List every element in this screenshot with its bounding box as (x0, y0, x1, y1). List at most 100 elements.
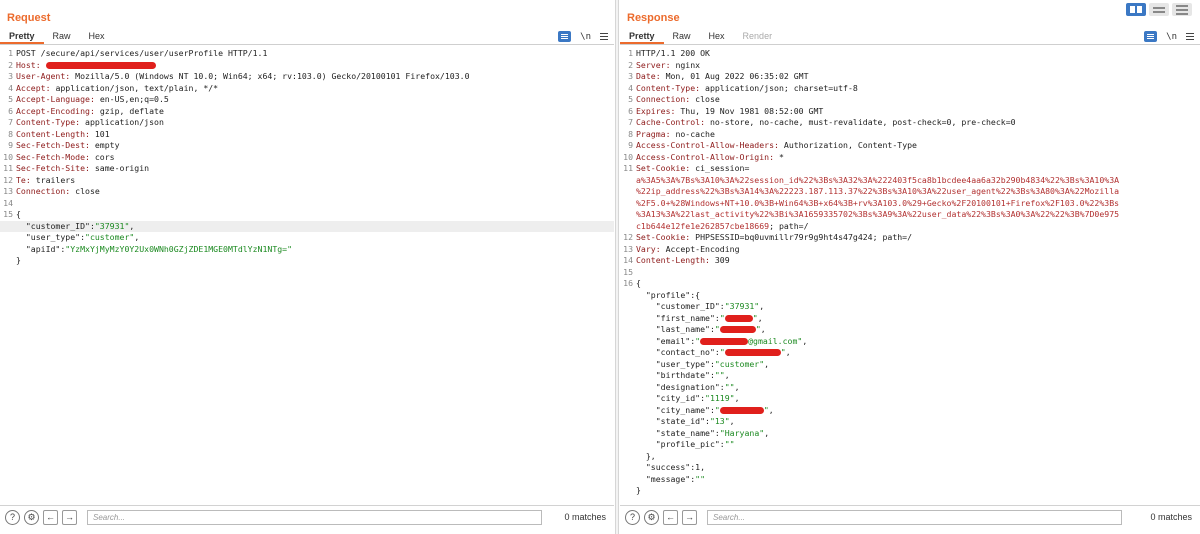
settings-gear-icon[interactable]: ⚙ (644, 509, 659, 525)
token: trailers (35, 174, 76, 185)
search-input[interactable]: Search... (87, 509, 542, 525)
line-text: Sec-Fetch-Dest: empty (16, 140, 614, 152)
pretty-print-icon[interactable] (1144, 31, 1158, 42)
code-line: 6 Expires: Thu, 19 Nov 1981 08:52:00 GMT (620, 106, 1200, 118)
code-line: 7 Content-Type: application/json (0, 117, 614, 129)
line-text (636, 267, 1200, 279)
line-text: Host: (16, 60, 614, 72)
header-name: Cache-Control: (636, 117, 710, 127)
line-number (620, 359, 636, 371)
line-text: "customer_ID":"37931", (16, 221, 614, 233)
line-text: }, (636, 451, 1200, 463)
code-line: 3 Date: Mon, 01 Aug 2022 06:35:02 GMT (620, 71, 1200, 83)
search-input[interactable]: Search... (707, 509, 1122, 525)
line-text: } (636, 485, 1200, 497)
header-name: Set-Cookie: (636, 163, 696, 173)
line-number: 5 (8, 94, 13, 104)
split-vertical-icon[interactable] (1149, 3, 1169, 16)
split-horizontal-icon[interactable] (1126, 3, 1146, 16)
line-number (620, 324, 636, 336)
header-name: Access-Control-Allow-Headers: (636, 140, 784, 150)
line-text: Connection: close (16, 186, 614, 198)
line-number: 15 (3, 209, 13, 219)
token: "customer_ID": (636, 301, 725, 311)
token: , (129, 220, 135, 231)
code-line: "success":1, (620, 462, 1200, 474)
line-number: 7 (628, 117, 633, 127)
code-line: 6 Accept-Encoding: gzip, deflate (0, 106, 614, 118)
token: nginx (675, 59, 701, 70)
response-editor[interactable]: 1 HTTP/1.1 200 OK 2 Server: nginx 3 Date: Mon… (620, 45, 1200, 505)
line-number: 3 (628, 71, 633, 81)
tab-render[interactable]: Render (734, 31, 782, 44)
tab-hex[interactable]: Hex (700, 31, 734, 44)
tab-hex[interactable]: Hex (80, 31, 114, 44)
code-line: 13 Vary: Accept-Encoding (620, 244, 1200, 256)
header-name: Sec-Fetch-Dest: (16, 140, 95, 150)
code-line: 3 User-Agent: Mozilla/5.0 (Windows NT 10.… (0, 71, 614, 83)
line-text: %22ip_address%22%3Bs%3A14%3A%22223.187.1… (636, 186, 1200, 198)
line-text: Cache-Control: no-store, no-cache, must-… (636, 117, 1200, 129)
header-name: Content-Type: (636, 82, 706, 93)
header-name: Set-Cookie: (636, 232, 696, 242)
back-arrow-icon[interactable]: ← (43, 509, 58, 525)
header-name: Access-Control-Allow-Origin: (636, 151, 779, 162)
header-name: Pragma: (636, 128, 676, 139)
line-number: 1 (8, 48, 13, 58)
code-line: "apiId":"YzMxYjMyMzY0Y2Ux0WNh0GZjZDE1MGE… (0, 244, 614, 256)
header-name: Accept: (16, 82, 56, 93)
line-text: "city_id":"1119", (636, 393, 1200, 405)
forward-arrow-icon[interactable]: → (62, 509, 77, 525)
back-arrow-icon[interactable]: ← (663, 509, 678, 525)
pretty-print-icon[interactable] (558, 31, 572, 42)
line-text: "user_type":"customer", (16, 232, 614, 244)
line-number (620, 175, 636, 187)
tab-pretty[interactable]: Pretty (0, 31, 44, 44)
line-text: Sec-Fetch-Mode: cors (16, 152, 614, 164)
line-text: Accept-Language: en-US,en;q=0.5 (16, 94, 614, 106)
token: %22ip_address%22%3Bs%3A14%3A%22223.187.1… (636, 186, 1120, 196)
token: ; path=/ (769, 220, 809, 231)
newline-toggle[interactable]: \n (580, 32, 591, 42)
tab-pretty[interactable]: Pretty (620, 31, 664, 44)
menu-icon[interactable] (1186, 33, 1194, 40)
code-line: }, (620, 451, 1200, 463)
settings-gear-icon[interactable]: ⚙ (24, 509, 39, 525)
pane-divider[interactable] (615, 0, 619, 534)
token: , (724, 370, 730, 380)
token: en-US,en;q=0.5 (99, 94, 169, 104)
forward-arrow-icon[interactable]: → (682, 509, 697, 525)
token: "state_id": (636, 416, 710, 426)
tabs-layout-icon[interactable] (1172, 3, 1192, 16)
token: , (759, 301, 765, 311)
response-tab-tools: \n (1144, 31, 1194, 42)
header-name: Expires: (636, 105, 681, 116)
code-line: } (0, 255, 614, 267)
header-name: Sec-Fetch-Site: (16, 163, 95, 173)
line-text: "state_name":"Haryana", (636, 428, 1200, 440)
tab-raw[interactable]: Raw (44, 31, 80, 44)
line-number: 11 (3, 163, 13, 173)
help-icon[interactable]: ? (625, 509, 640, 525)
line-number: 13 (623, 243, 633, 254)
line-text: "state_id":"13", (636, 416, 1200, 428)
help-icon[interactable]: ? (5, 509, 20, 525)
line-number: 10 (3, 151, 13, 162)
token: * (778, 151, 784, 162)
menu-icon[interactable] (600, 33, 608, 40)
code-line: } (620, 485, 1200, 497)
line-text: "success":1, (636, 462, 1200, 474)
token: "contact_no": (636, 347, 720, 357)
header-name: Te: (16, 174, 36, 185)
line-text: Expires: Thu, 19 Nov 1981 08:52:00 GMT (636, 106, 1200, 118)
token: "YzMxYjMyMzY0Y2Ux0WNh0GZjZDE1MGE0MTdlYzN… (65, 243, 293, 254)
line-number: 5 (628, 94, 633, 104)
request-editor[interactable]: 1 POST /secure/api/services/user/userProf… (0, 45, 614, 505)
token: "customer" (714, 358, 765, 369)
redaction-mark (724, 314, 753, 322)
token: "first_name": (636, 312, 720, 323)
token: %3A13%3A%22last_activity%22%3Bi%3A165933… (636, 209, 1120, 219)
newline-toggle[interactable]: \n (1166, 32, 1177, 42)
tab-raw[interactable]: Raw (664, 31, 700, 44)
line-text: Content-Length: 101 (16, 129, 614, 141)
